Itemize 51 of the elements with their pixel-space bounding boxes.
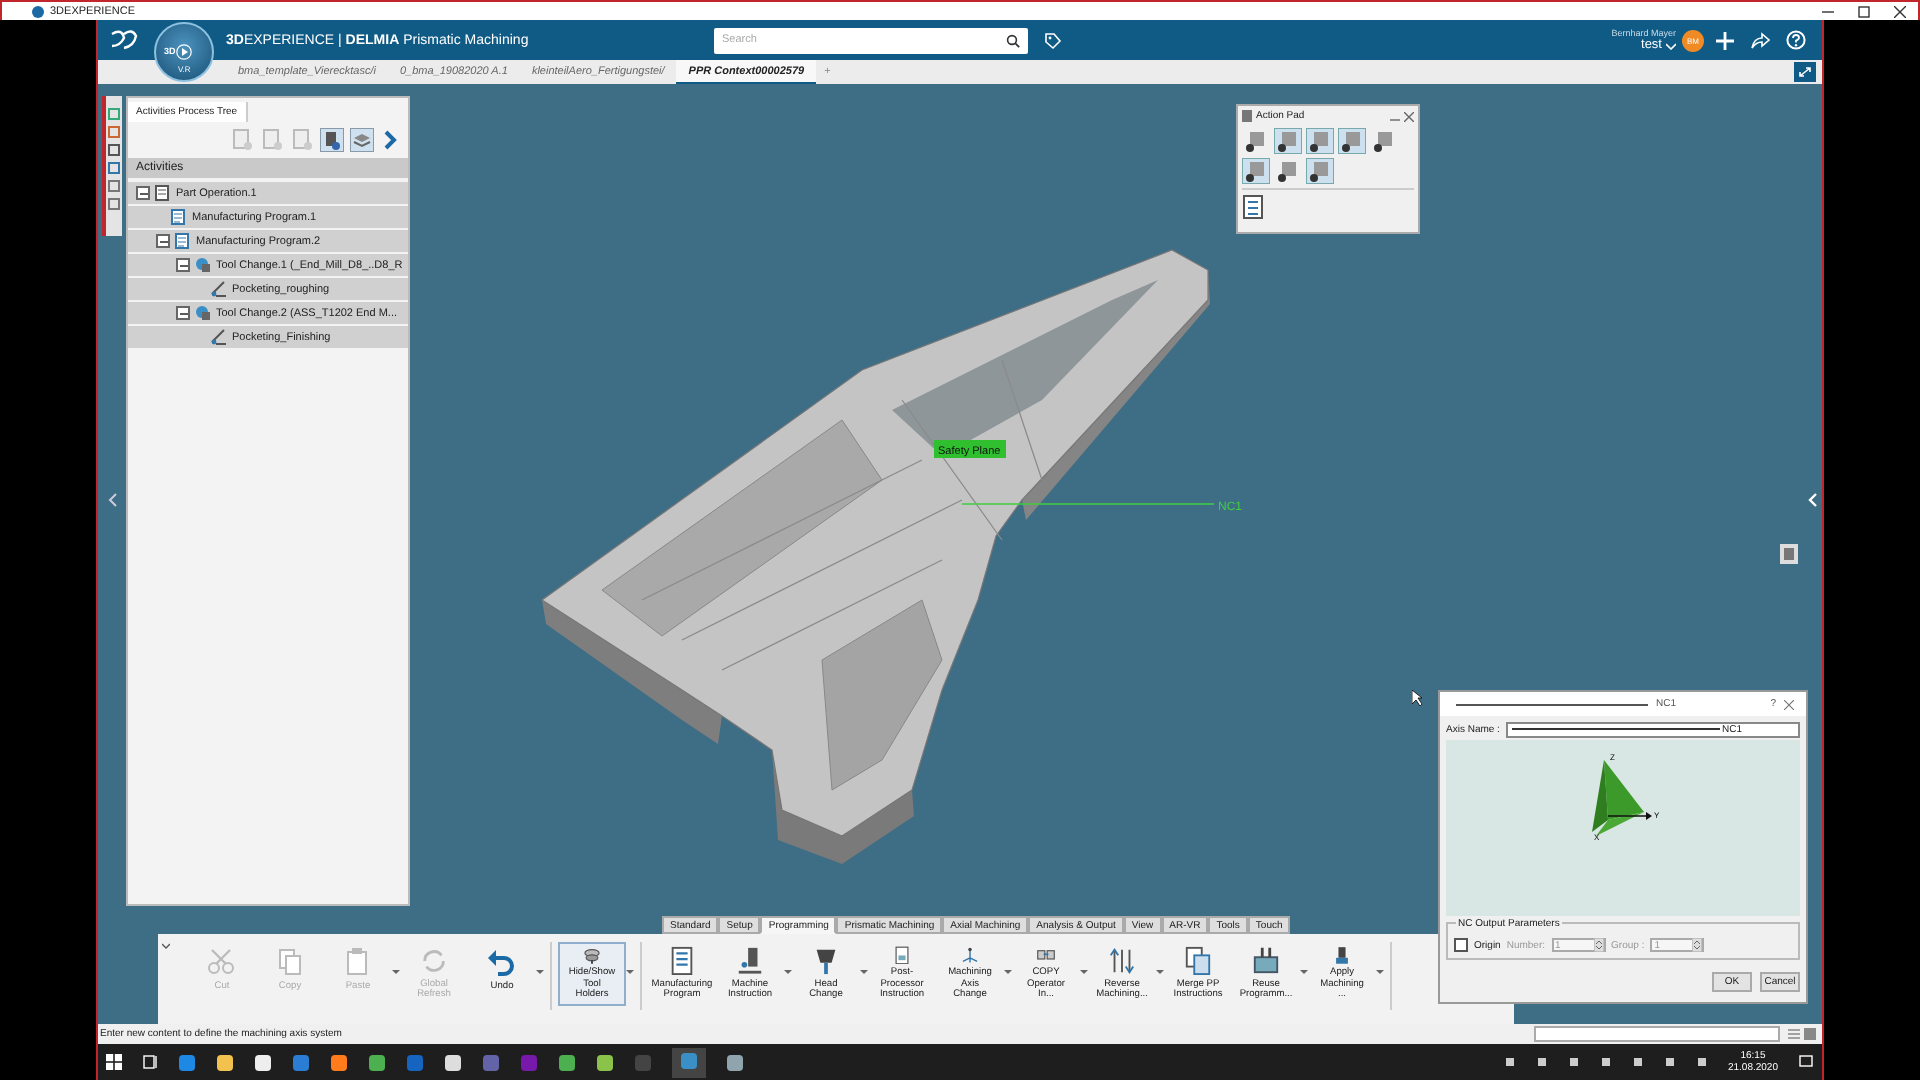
tool-change-icon [194, 304, 212, 322]
caret-down-icon[interactable] [162, 942, 170, 950]
command-field[interactable] [1534, 1026, 1780, 1042]
layers-icon[interactable] [350, 128, 374, 152]
checklist-icon[interactable] [1242, 194, 1266, 220]
close-icon[interactable] [1894, 5, 1906, 17]
operation-icon [154, 184, 172, 202]
caret-down-icon[interactable] [1004, 968, 1012, 976]
caret-down-icon[interactable] [536, 968, 544, 976]
caret-down-icon[interactable] [1156, 968, 1164, 976]
machine-icon [734, 946, 766, 976]
activity-icon [210, 328, 228, 346]
pages-icon [274, 946, 306, 978]
chevron-right-icon[interactable] [380, 128, 400, 152]
arrows-icon [1106, 946, 1138, 976]
caret-down-icon[interactable] [860, 968, 868, 976]
activity-icon [210, 280, 228, 298]
play-icon[interactable] [176, 44, 192, 60]
panel-icon [1242, 110, 1252, 122]
search-icon[interactable] [1006, 33, 1020, 47]
maximize-icon[interactable] [1858, 5, 1870, 17]
machine-icon[interactable] [320, 128, 344, 152]
logo-icon[interactable] [110, 28, 138, 52]
plus-icon[interactable] [1716, 31, 1734, 49]
cursor-icon [1412, 690, 1422, 706]
origin-checkbox[interactable] [1454, 938, 1468, 952]
scissors-icon [206, 946, 238, 978]
task-view-icon[interactable] [142, 1054, 158, 1070]
chevron-left-icon[interactable] [108, 492, 118, 508]
help-icon[interactable] [1786, 30, 1806, 50]
documents-icon [1182, 946, 1214, 976]
undo-icon [486, 946, 518, 978]
windows-start-icon[interactable] [106, 1054, 122, 1070]
caret-down-icon[interactable] [626, 968, 634, 976]
notification-icon[interactable] [1798, 1054, 1814, 1070]
tag-icon[interactable] [1044, 31, 1062, 49]
caret-down-icon[interactable] [1080, 968, 1088, 976]
expand-icon[interactable] [1794, 62, 1816, 82]
share-icon[interactable] [1750, 31, 1770, 49]
panel-icon[interactable] [1780, 544, 1798, 564]
program-icon [174, 232, 192, 250]
grid-icon[interactable] [1802, 1026, 1818, 1042]
tool-change-icon [194, 256, 212, 274]
refresh-icon [418, 946, 450, 976]
caret-down-icon[interactable] [784, 968, 792, 976]
minimize-icon[interactable] [1822, 5, 1834, 17]
caret-down-icon[interactable] [1300, 968, 1308, 976]
caret-down-icon[interactable] [1376, 968, 1384, 976]
program-icon [170, 208, 188, 226]
workpiece-icon [1250, 946, 1282, 976]
list-icon [666, 946, 698, 976]
